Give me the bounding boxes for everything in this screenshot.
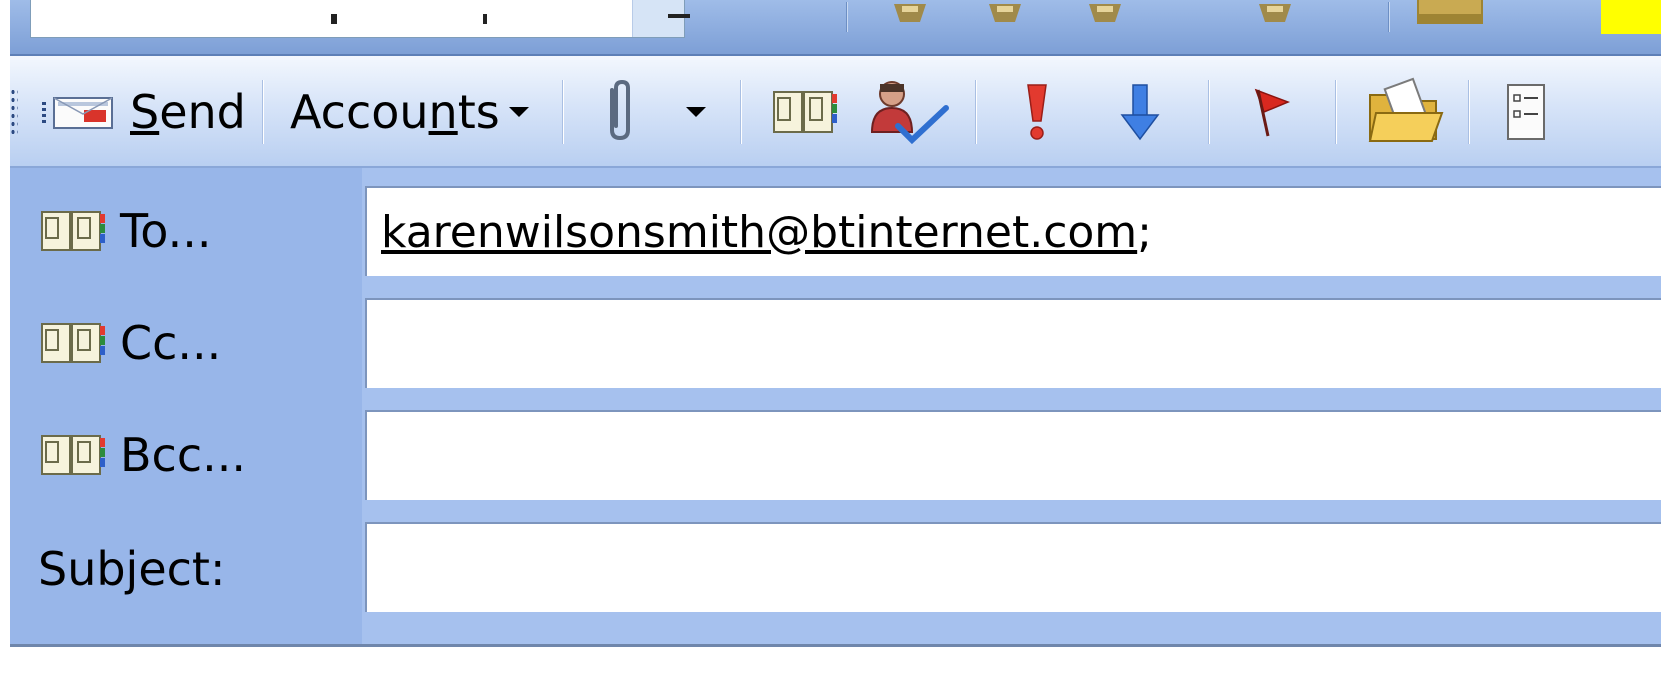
subject-label: Subject: [38, 542, 226, 596]
toolbar-separator [846, 2, 848, 32]
options-icon [1504, 81, 1548, 143]
bcc-field[interactable] [365, 410, 1661, 500]
address-book-button[interactable] [770, 74, 838, 150]
accounts-button[interactable]: Accounts [290, 74, 530, 150]
attach-dropdown-icon [685, 105, 707, 119]
paperclip-icon [600, 80, 640, 144]
accounts-label: Accounts [290, 85, 500, 139]
highlight-button[interactable] [1415, 0, 1487, 30]
send-toolbar: Send Accounts [10, 56, 1661, 168]
align-left-icon[interactable] [890, 0, 934, 30]
toolbar-separator [1208, 80, 1210, 144]
address-book-icon [770, 86, 838, 138]
toolbar-separator [1335, 80, 1337, 144]
font-text-fragment [331, 14, 337, 24]
options-folder-button[interactable] [1366, 74, 1446, 150]
check-names-icon [868, 78, 950, 146]
address-book-icon [38, 432, 106, 478]
send-envelope-icon [40, 92, 122, 132]
follow-up-flag-icon [1250, 84, 1294, 140]
high-importance-button[interactable] [1020, 74, 1054, 150]
to-field[interactable]: karenwilsonsmith@btinternet.com; [365, 186, 1661, 276]
recipient-separator: ; [1137, 206, 1152, 258]
align-center-icon[interactable] [985, 0, 1029, 30]
message-body-edge[interactable] [10, 644, 1661, 688]
to-label: To... [120, 204, 212, 258]
toolbar-separator [262, 80, 264, 144]
send-label: Send [130, 85, 246, 139]
insert-file-button[interactable] [600, 74, 640, 150]
toolbar-separator [975, 80, 977, 144]
recipient-to[interactable]: karenwilsonsmith@btinternet.com [381, 207, 1137, 258]
cc-button[interactable]: Cc... [38, 304, 221, 382]
bcc-button[interactable]: Bcc... [38, 416, 246, 494]
follow-up-flag-button[interactable] [1250, 74, 1294, 150]
open-folder-icon [1366, 77, 1446, 147]
dropdown-arrow-icon [508, 105, 530, 119]
toolbar-separator [740, 80, 742, 144]
formatting-toolbar [10, 0, 1661, 56]
bullets-icon[interactable] [1255, 0, 1299, 30]
address-book-icon [38, 208, 106, 254]
font-name-combobox[interactable] [30, 0, 685, 38]
highlight-color-swatch[interactable] [1601, 0, 1661, 34]
toolbar-grip[interactable] [10, 88, 18, 138]
check-names-button[interactable] [868, 74, 950, 150]
insert-file-dropdown[interactable] [685, 74, 707, 150]
font-text-fragment [483, 14, 487, 24]
subject-field[interactable] [365, 522, 1661, 612]
to-button[interactable]: To... [38, 192, 211, 270]
high-importance-icon [1020, 81, 1054, 143]
low-importance-button[interactable] [1118, 74, 1162, 150]
cc-label: Cc... [120, 316, 222, 370]
address-book-icon [38, 320, 106, 366]
toolbar-separator [1388, 2, 1390, 32]
message-header: To... karenwilsonsmith@btinternet.com; C… [10, 168, 1661, 644]
underline-button[interactable] [650, 0, 710, 30]
toolbar-separator [562, 80, 564, 144]
options-button[interactable] [1504, 74, 1548, 150]
bcc-label: Bcc... [120, 428, 247, 482]
outlook-compose-window: Send Accounts To... karenwilsonsmith@bti… [0, 0, 1661, 688]
cc-field[interactable] [365, 298, 1661, 388]
send-button[interactable]: Send [40, 74, 246, 150]
low-importance-icon [1118, 81, 1162, 143]
align-right-icon[interactable] [1085, 0, 1129, 30]
toolbar-separator [1468, 80, 1470, 144]
